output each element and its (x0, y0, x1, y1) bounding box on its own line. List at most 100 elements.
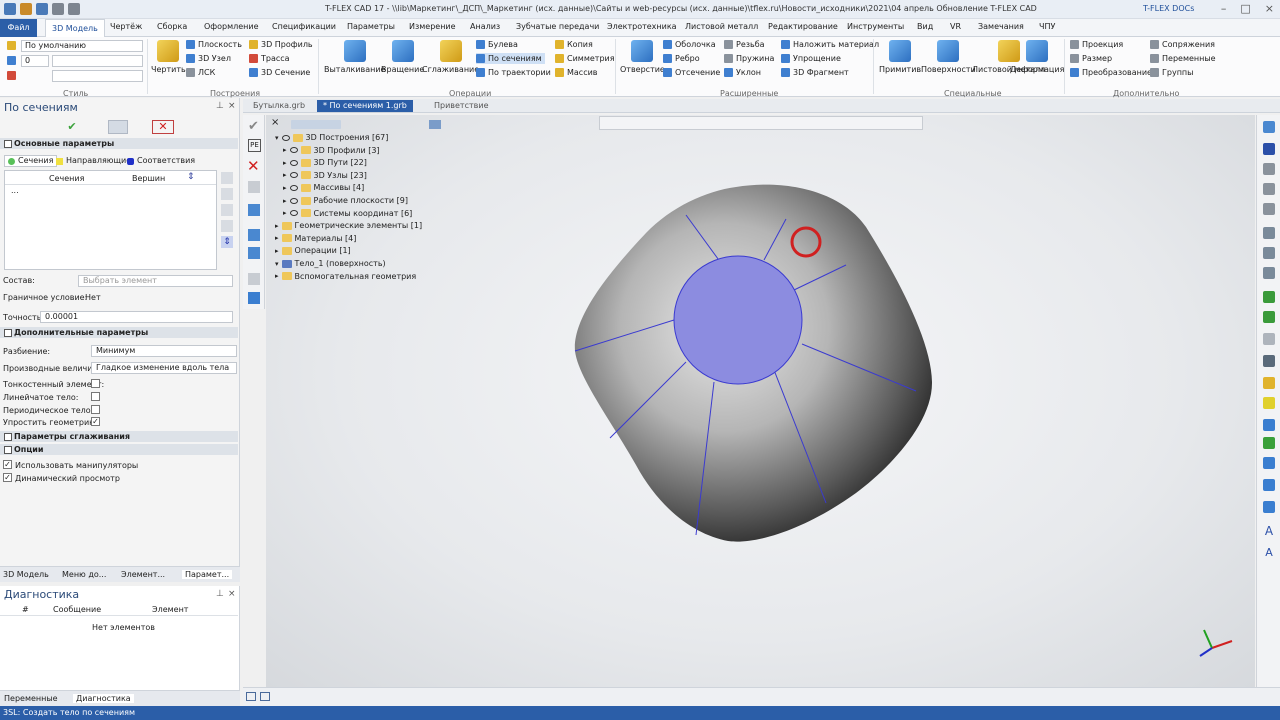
view-icon-1[interactable] (1263, 121, 1275, 133)
remove-icon[interactable] (221, 204, 233, 216)
tree-node[interactable]: ▸ Системы координат [6] (283, 209, 412, 218)
fragment-button[interactable]: 3D Фрагмент (781, 68, 849, 77)
eye-icon[interactable] (289, 147, 298, 154)
tree-nav-icons[interactable] (291, 120, 341, 129)
tree-node[interactable]: ▸ Вспомогательная геометрия (275, 272, 416, 281)
tab-diagnostics[interactable]: Диагностика (73, 694, 134, 703)
deriv-select[interactable]: Гладкое изменение вдоль тела (91, 362, 237, 374)
thin-checkbox[interactable] (91, 379, 100, 388)
pin-icon[interactable]: ⊥ (216, 589, 224, 599)
groups-button[interactable]: Группы (1150, 68, 1193, 77)
select-icon[interactable] (1263, 311, 1275, 323)
filter-icon[interactable] (429, 120, 441, 129)
material-green-icon[interactable] (1263, 437, 1275, 449)
style-combo[interactable]: По умолчанию (21, 40, 143, 52)
open-file-icon[interactable] (20, 3, 32, 15)
expand-icon[interactable]: ▸ (283, 171, 287, 179)
node3d-button[interactable]: 3D Узел (186, 54, 231, 63)
eye-icon[interactable] (289, 184, 298, 191)
menu-params[interactable]: Параметры (347, 22, 395, 31)
expand-icon[interactable]: ▸ (275, 222, 279, 230)
tab-guides[interactable]: Направляющие (53, 155, 134, 167)
tool-icon-6[interactable] (248, 292, 260, 304)
params-icon[interactable]: PE (248, 139, 261, 152)
tree-node[interactable]: ▸ 3D Профили [3] (283, 146, 380, 155)
menu-view[interactable]: Вид (917, 22, 933, 31)
filter-green-icon[interactable] (1263, 291, 1275, 303)
move-down-icon[interactable] (221, 188, 233, 200)
hide-icon[interactable] (1263, 333, 1275, 345)
section-basic[interactable]: Основные параметры (0, 138, 238, 149)
doc-tab-welcome[interactable]: Приветствие (428, 100, 494, 112)
tree-node[interactable]: ▸ Геометрические элементы [1] (275, 221, 422, 230)
simplify-button[interactable]: Упрощение (781, 54, 841, 63)
periodic-checkbox[interactable] (91, 405, 100, 414)
menu-electro[interactable]: Электротехника (607, 22, 677, 31)
menu-file[interactable]: Файл (0, 19, 37, 37)
expand-icon[interactable]: ▸ (275, 234, 279, 242)
move-up-icon[interactable] (221, 172, 233, 184)
tree-toolbar[interactable]: × (269, 117, 447, 131)
section-options[interactable]: Опции (0, 444, 238, 455)
display-mode-icon[interactable] (1263, 457, 1275, 469)
composition-field[interactable]: Выбрать элемент (78, 275, 233, 287)
camera-icon[interactable] (1263, 501, 1275, 513)
layout-icon-2[interactable] (260, 692, 270, 701)
layer-combo[interactable] (52, 55, 143, 67)
sections-table[interactable]: Сечения Вершин ⇕ ... (4, 170, 217, 270)
menu-design[interactable]: Оформление (204, 22, 259, 31)
arrays-button[interactable]: Массив (555, 68, 598, 77)
smooth-button[interactable]: Сглаживание (422, 40, 479, 74)
copy-button[interactable]: Копия (555, 40, 593, 49)
tree-node[interactable]: ▸ Материалы [4] (275, 234, 356, 243)
confirm-icon[interactable]: ✔ (248, 119, 259, 134)
layer-yellow-icon[interactable] (1263, 397, 1275, 409)
menu-gears[interactable]: Зубчатые передачи (516, 22, 599, 31)
orbit-icon[interactable] (1263, 227, 1275, 239)
trace-button[interactable]: Трасса (249, 54, 290, 63)
plane-button[interactable]: Плоскость (186, 40, 242, 49)
rotate-button[interactable]: Вращение (381, 40, 424, 74)
clear-icon[interactable] (221, 220, 233, 232)
table-row[interactable]: ... (11, 186, 19, 195)
zoom-icon[interactable] (1263, 163, 1275, 175)
extrude-button[interactable]: Выталкивание (324, 40, 385, 74)
color-combo[interactable] (52, 70, 143, 82)
menu-assembly[interactable]: Сборка (157, 22, 187, 31)
expand-icon[interactable]: ▸ (283, 146, 287, 154)
minimize-icon[interactable]: – (1221, 2, 1227, 15)
primitive-button[interactable]: Примитив (879, 40, 921, 74)
tab-sections[interactable]: Сечения (4, 155, 58, 167)
redo-icon[interactable] (68, 3, 80, 15)
mates-button[interactable]: Сопряжения (1150, 40, 1215, 49)
material-button[interactable]: Наложить материал (781, 40, 879, 49)
linear-checkbox[interactable] (91, 392, 100, 401)
close-tree-icon[interactable]: × (271, 117, 279, 128)
tab-correspond[interactable]: Соответствия (124, 155, 198, 167)
size-button[interactable]: Размер (1070, 54, 1112, 63)
light-icon[interactable] (1263, 479, 1275, 491)
menu-remarks[interactable]: Замечания (978, 22, 1024, 31)
menu-edit[interactable]: Редактирование (768, 22, 838, 31)
tree-node[interactable]: ▸ Массивы [4] (283, 183, 364, 192)
cancel-button[interactable]: ✕ (152, 120, 174, 134)
eye-icon[interactable] (289, 210, 298, 217)
hole-button[interactable]: Отверстие (620, 40, 665, 74)
bysections-button[interactable]: По сечениям (476, 53, 545, 64)
section-circle[interactable] (673, 255, 803, 385)
layer-icon[interactable] (7, 56, 16, 65)
tree-node[interactable]: ▸ 3D Узлы [23] (283, 171, 367, 180)
globe-icon[interactable] (1263, 377, 1275, 389)
symmetry-button[interactable]: Симметрия (555, 54, 615, 63)
pencil-icon[interactable] (7, 41, 16, 50)
level-combo[interactable]: 0 (21, 55, 49, 67)
section-extra[interactable]: Дополнительные параметры (0, 327, 238, 338)
expand-icon[interactable]: ▸ (275, 247, 279, 255)
doc-tab-bottle[interactable]: Бутылка.grb (247, 100, 311, 112)
new-file-icon[interactable] (4, 3, 16, 15)
split-select[interactable]: Минимум (91, 345, 237, 357)
close-diag-icon[interactable]: × (228, 589, 236, 599)
zoom-out-icon[interactable] (1263, 203, 1275, 215)
docs-link[interactable]: T-FLEX DOCs (1143, 4, 1194, 13)
deform-button[interactable]: Деформация (1010, 40, 1064, 74)
